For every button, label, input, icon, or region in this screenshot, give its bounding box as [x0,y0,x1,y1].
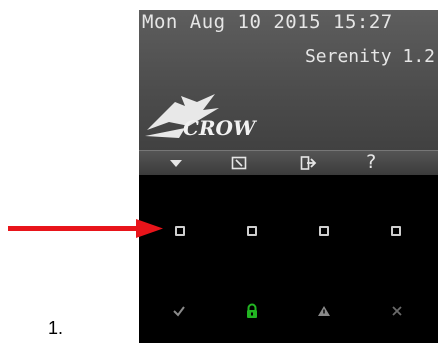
edit-icon[interactable] [230,154,248,172]
crow-logo: CROW [145,94,258,140]
menu-toolbar: ? [139,150,438,175]
figure-label: 1. [48,318,64,338]
crow-logo-text: CROW [183,116,258,140]
help-icon[interactable]: ? [362,151,380,173]
warning-icon[interactable] [316,303,332,319]
display-panel: Mon Aug 10 2015 15:27 Serenity 1.2 CROW [139,10,438,165]
function-key-3[interactable] [319,226,329,236]
datetime-display: Mon Aug 10 2015 15:27 [142,11,393,33]
check-icon[interactable] [171,303,187,319]
exit-icon[interactable] [299,154,317,172]
function-keys-row [139,218,438,248]
version-label: Serenity 1.2 [304,46,435,67]
lock-icon[interactable] [244,303,260,319]
action-keys-row [139,298,438,328]
function-key-4[interactable] [391,226,401,236]
chevron-down-icon[interactable] [167,154,185,172]
close-icon[interactable] [389,303,405,319]
pointer-arrow [8,219,163,238]
keypad-device: Mon Aug 10 2015 15:27 Serenity 1.2 CROW … [139,10,438,343]
function-key-1[interactable] [175,226,185,236]
function-key-2[interactable] [247,226,257,236]
